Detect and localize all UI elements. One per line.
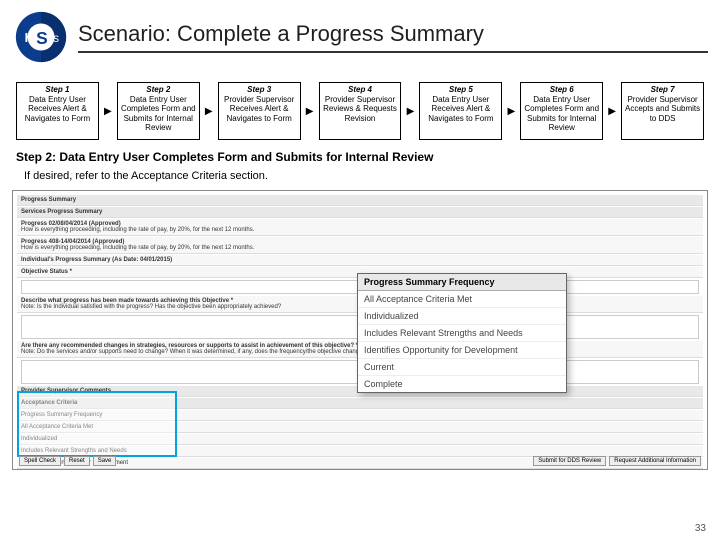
popup-item[interactable]: Current	[358, 359, 566, 376]
form-buttons-right: Submit for DDS Review Request Additional…	[533, 456, 701, 466]
submit-dds-button[interactable]: Submit for DDS Review	[533, 456, 606, 466]
svg-text:is: is	[51, 32, 60, 45]
popup-item[interactable]: Complete	[358, 376, 566, 392]
form-line: Progress 02/08/04/2014 (Approved)How is …	[17, 219, 703, 236]
popup-header: Progress Summary Frequency	[358, 274, 566, 291]
section-header: Services Progress Summary	[17, 207, 703, 218]
step-1: Step 1Data Entry User Receives Alert & N…	[16, 82, 99, 140]
arrow-icon: ▶	[607, 82, 617, 140]
arrow-icon: ▶	[506, 82, 516, 140]
step-subtitle: Step 2: Data Entry User Completes Form a…	[0, 150, 720, 170]
highlight-box-acceptance	[17, 391, 177, 457]
page-number: 33	[695, 523, 706, 534]
request-info-button[interactable]: Request Additional Information	[609, 456, 701, 466]
arrow-icon: ▶	[204, 82, 214, 140]
spellcheck-button[interactable]: Spell Check	[19, 456, 61, 466]
step-7: Step 7Provider Supervisor Accepts and Su…	[621, 82, 704, 140]
hcsis-logo: HC S is	[12, 8, 70, 66]
popup-item[interactable]: Individualized	[358, 308, 566, 325]
form-screenshot: Progress Summary Services Progress Summa…	[12, 190, 708, 470]
step-5: Step 5Data Entry User Receives Alert & N…	[419, 82, 502, 140]
arrow-icon: ▶	[405, 82, 415, 140]
form-line: Progress 408-14/04/2014 (Approved)How is…	[17, 237, 703, 254]
form-title: Progress Summary	[17, 195, 703, 206]
popup-item[interactable]: Identifies Opportunity for Development	[358, 342, 566, 359]
popup-item[interactable]: All Acceptance Criteria Met	[358, 291, 566, 308]
arrow-icon: ▶	[103, 82, 113, 140]
svg-text:S: S	[36, 28, 48, 48]
form-buttons-left: Spell Check Reset Save	[19, 456, 116, 466]
step-4: Step 4Provider Supervisor Reviews & Requ…	[319, 82, 402, 140]
page-title: Scenario: Complete a Progress Summary	[78, 21, 708, 53]
step-2: Step 2Data Entry User Completes Form and…	[117, 82, 200, 140]
arrow-icon: ▶	[305, 82, 315, 140]
instruction-note: If desired, refer to the Acceptance Crit…	[0, 170, 720, 190]
step-6: Step 6Data Entry User Completes Form and…	[520, 82, 603, 140]
slide-header: HC S is Scenario: Complete a Progress Su…	[0, 0, 720, 70]
workflow-steps: Step 1Data Entry User Receives Alert & N…	[0, 70, 720, 150]
step-3: Step 3Provider Supervisor Receives Alert…	[218, 82, 301, 140]
criteria-popup: Progress Summary Frequency All Acceptanc…	[357, 273, 567, 393]
save-button[interactable]: Save	[93, 456, 117, 466]
form-line: Individual's Progress Summary (As Date: …	[17, 255, 703, 266]
reset-button[interactable]: Reset	[64, 456, 90, 466]
popup-item[interactable]: Includes Relevant Strengths and Needs	[358, 325, 566, 342]
